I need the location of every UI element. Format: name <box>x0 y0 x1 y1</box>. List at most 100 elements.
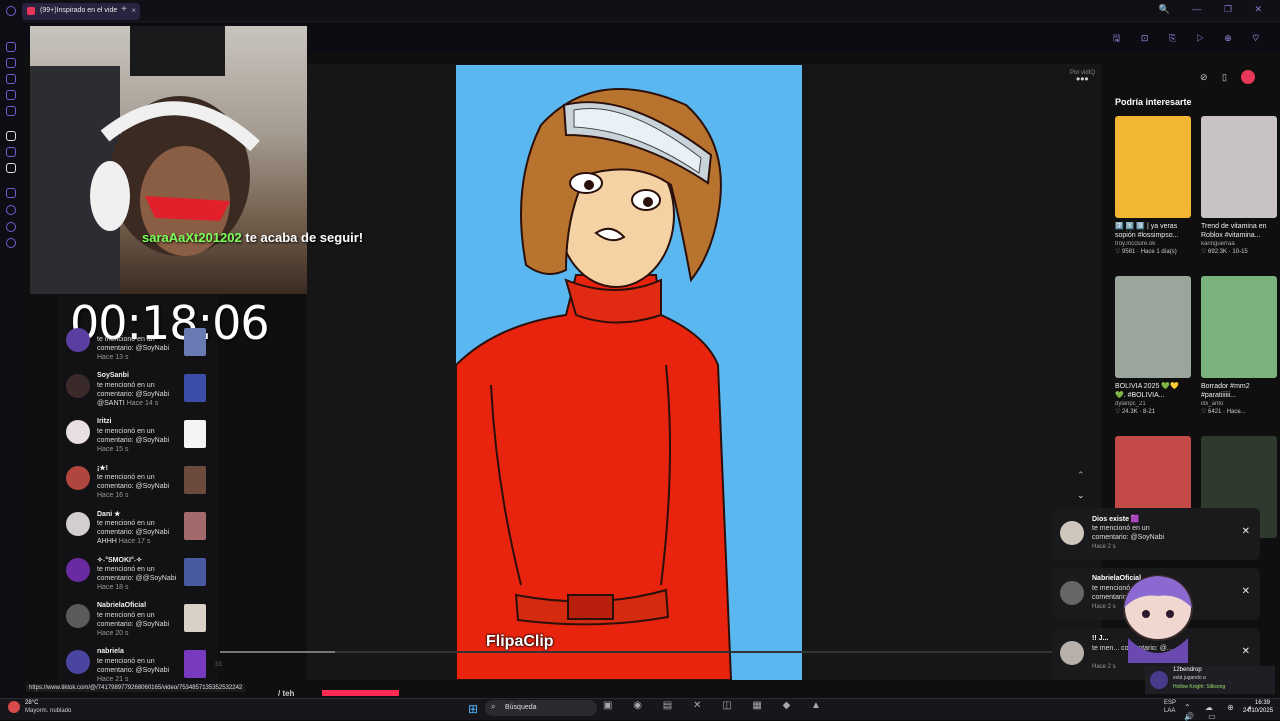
new-tab-button[interactable]: + <box>121 4 127 15</box>
notification-item[interactable]: NabrielaOficial te mencionó en un coment… <box>64 602 214 646</box>
new-follower-alert: saraAaXt201202 te acaba de seguir! <box>142 230 363 245</box>
notification-text: te mencionó en un comentario: @SoyNabi <box>97 428 170 444</box>
toolbar-icons[interactable]: 🖫 ⊡ ⎘ ▷ ⊕ ♡ <box>1113 31 1268 47</box>
notification-item[interactable]: SoySanbi te mencionó en un comentario: @… <box>64 372 214 416</box>
tiktok-sidebar-icon[interactable] <box>6 131 16 141</box>
notification-user: SoySanbi <box>97 372 129 379</box>
sidebar-icon[interactable] <box>6 222 16 232</box>
video-author[interactable]: troy.mcclure.ok <box>1115 241 1191 247</box>
recommended-video-card[interactable]: Trend de vitamina en Roblox #vitamina...… <box>1201 116 1277 255</box>
avatar <box>66 558 90 582</box>
notification-thumbnail <box>184 512 206 540</box>
window-controls[interactable]: 🔍 — ❐ ✕ <box>1159 4 1272 15</box>
settings-icon[interactable] <box>6 238 16 248</box>
video-thumbnail <box>1115 116 1191 218</box>
animated-character-illustration <box>456 88 733 680</box>
notification-user: ¡★! <box>97 465 108 472</box>
notification-item[interactable]: ✧˖°SMOKI°˖✧ te mencionó en un comentario… <box>64 556 214 600</box>
close-icon[interactable]: ✕ <box>1242 646 1250 657</box>
video-stats: ♡ 9561 · Hace 1 día(s) <box>1115 249 1177 255</box>
notification-thumbnail <box>184 420 206 448</box>
sidebar-icon[interactable] <box>6 42 16 52</box>
toast-notification[interactable]: Dios existe 🟪 te mencionó en un comentar… <box>1052 508 1260 560</box>
recommended-video-card[interactable]: Borrador #mm2 #paratiiiiii... iitx_anto … <box>1201 276 1277 415</box>
video-author[interactable]: iitx_anto <box>1201 401 1277 407</box>
notification-time: Hace 18 s <box>97 584 129 591</box>
more-options-icon[interactable]: ••• <box>1076 72 1089 86</box>
right-toolbar-icons[interactable]: ⊘ ▯ <box>1200 72 1233 83</box>
taskbar-search[interactable]: Búsqueda <box>485 700 597 716</box>
close-icon[interactable]: ✕ <box>1242 586 1250 597</box>
notification-time: Hace 20 s <box>97 630 129 637</box>
avatar <box>66 420 90 444</box>
video-caption: Trend de vitamina en Roblox #vitamina... <box>1201 223 1267 239</box>
avatar <box>66 328 90 352</box>
tab-close-icon[interactable]: × <box>131 6 136 15</box>
notification-item[interactable]: Iritzi te mencionó en un comentario: @So… <box>64 418 214 462</box>
video-frame[interactable]: FlipaClip <box>456 65 802 680</box>
keyboard-layout[interactable]: LAA <box>1164 708 1175 714</box>
next-video-icon[interactable]: ⌄ <box>1077 490 1085 501</box>
video-stats: ♡ 6421 · Hace... <box>1201 409 1246 415</box>
notification-user: NabrielaOficial <box>97 602 147 609</box>
keyboard-language[interactable]: ESP <box>1164 700 1176 706</box>
taskbar-apps[interactable]: ▣ ◉ ▤ ✕ ◫ ▦ ◆ ▲ <box>603 700 830 711</box>
recommended-video-card[interactable]: BOLIVIA 2025 💚💛 💚. #BOLIVIA... dylanpc_2… <box>1115 276 1191 415</box>
browser-logo-icon[interactable] <box>6 6 16 16</box>
notification-item[interactable]: ¡★! te mencionó en un comentario: @SoyNa… <box>64 464 214 508</box>
sidebar-icon[interactable] <box>6 205 16 215</box>
streamer-webcam-image <box>30 26 260 294</box>
notification-item[interactable]: te mencionó en un comentario: @SoyNabi H… <box>64 326 214 370</box>
video-stats: ♡ 24.3K · 8-21 <box>1115 409 1156 415</box>
pet-character-overlay <box>1123 575 1193 663</box>
browser-sidebar <box>0 0 22 698</box>
start-button[interactable]: ⊞ <box>468 702 478 716</box>
video-progress-track[interactable] <box>220 651 1100 653</box>
notification-time: Hace 15 s <box>97 446 129 453</box>
video-author[interactable]: dylanpc_21 <box>1115 401 1191 407</box>
video-thumbnail <box>1115 276 1191 378</box>
weather-description[interactable]: Mayorm. nublado <box>25 708 71 714</box>
sidebar-icon[interactable] <box>6 106 16 116</box>
taskbar-time[interactable]: 16:39 <box>1255 700 1270 706</box>
close-icon[interactable]: ✕ <box>1242 526 1250 537</box>
previous-video-icon[interactable]: ⌃ <box>1077 470 1085 481</box>
tab-title: (99+)Inspirado en el vide <box>40 7 118 14</box>
toast-time: Hace 2 s <box>1092 544 1116 550</box>
notification-text: te mencionó en un comentario: @SoyNabi <box>97 474 170 490</box>
sidebar-icon[interactable] <box>6 74 16 84</box>
video-progress-fill <box>220 651 335 653</box>
sidebar-icon[interactable] <box>6 188 16 198</box>
avatar <box>66 604 90 628</box>
notification-item[interactable]: Dani ★ te mencionó en un comentario: @So… <box>64 510 214 554</box>
weather-icon[interactable] <box>8 701 20 713</box>
x-sidebar-icon[interactable] <box>6 163 16 173</box>
notification-text: te mencionó en un comentario: @SoyNabi <box>97 658 170 674</box>
twitch-sidebar-icon[interactable] <box>6 147 16 157</box>
follower-name: saraAaXt201202 <box>142 230 242 245</box>
notification-text: te mencionó en un comentario: @SoyNabi <box>97 336 170 352</box>
avatar <box>66 650 90 674</box>
taskbar-date[interactable]: 24/10/2025 <box>1243 708 1273 714</box>
twitch-game: Hollow Knight: Silksong <box>1173 684 1226 690</box>
video-stats: ♡ 692.3K · 10-15 <box>1201 249 1248 255</box>
search-icon: ⌕ <box>491 702 496 711</box>
notification-time: Hace 14 s <box>126 400 159 407</box>
video-caption: 7️⃣ 1️⃣ 3️⃣ | ya veras sopión #lossimpso… <box>1115 223 1179 239</box>
weather-temperature[interactable]: 28°C <box>25 700 38 706</box>
recommended-video-card[interactable]: 7️⃣ 1️⃣ 3️⃣ | ya veras sopión #lossimpso… <box>1115 116 1191 255</box>
sidebar-icon[interactable] <box>6 90 16 100</box>
video-caption: BOLIVIA 2025 💚💛 💚. #BOLIVIA... <box>1115 383 1179 399</box>
avatar <box>1150 671 1168 689</box>
profile-avatar[interactable] <box>1241 70 1255 84</box>
notification-thumbnail <box>184 328 206 356</box>
notification-time: Hace 16 s <box>97 492 129 499</box>
video-author[interactable]: karinguerraa <box>1201 241 1277 247</box>
notification-user: Dani ★ <box>97 511 121 518</box>
recommendations-title: Podría interesarte <box>1115 97 1192 107</box>
toast-text: te mencionó en un comentario: @SoyNabi <box>1092 525 1165 541</box>
avatar <box>1060 581 1084 605</box>
video-time: 33 <box>215 662 222 668</box>
sidebar-icon[interactable] <box>6 58 16 68</box>
twitch-status: está jugando a <box>1173 675 1206 681</box>
